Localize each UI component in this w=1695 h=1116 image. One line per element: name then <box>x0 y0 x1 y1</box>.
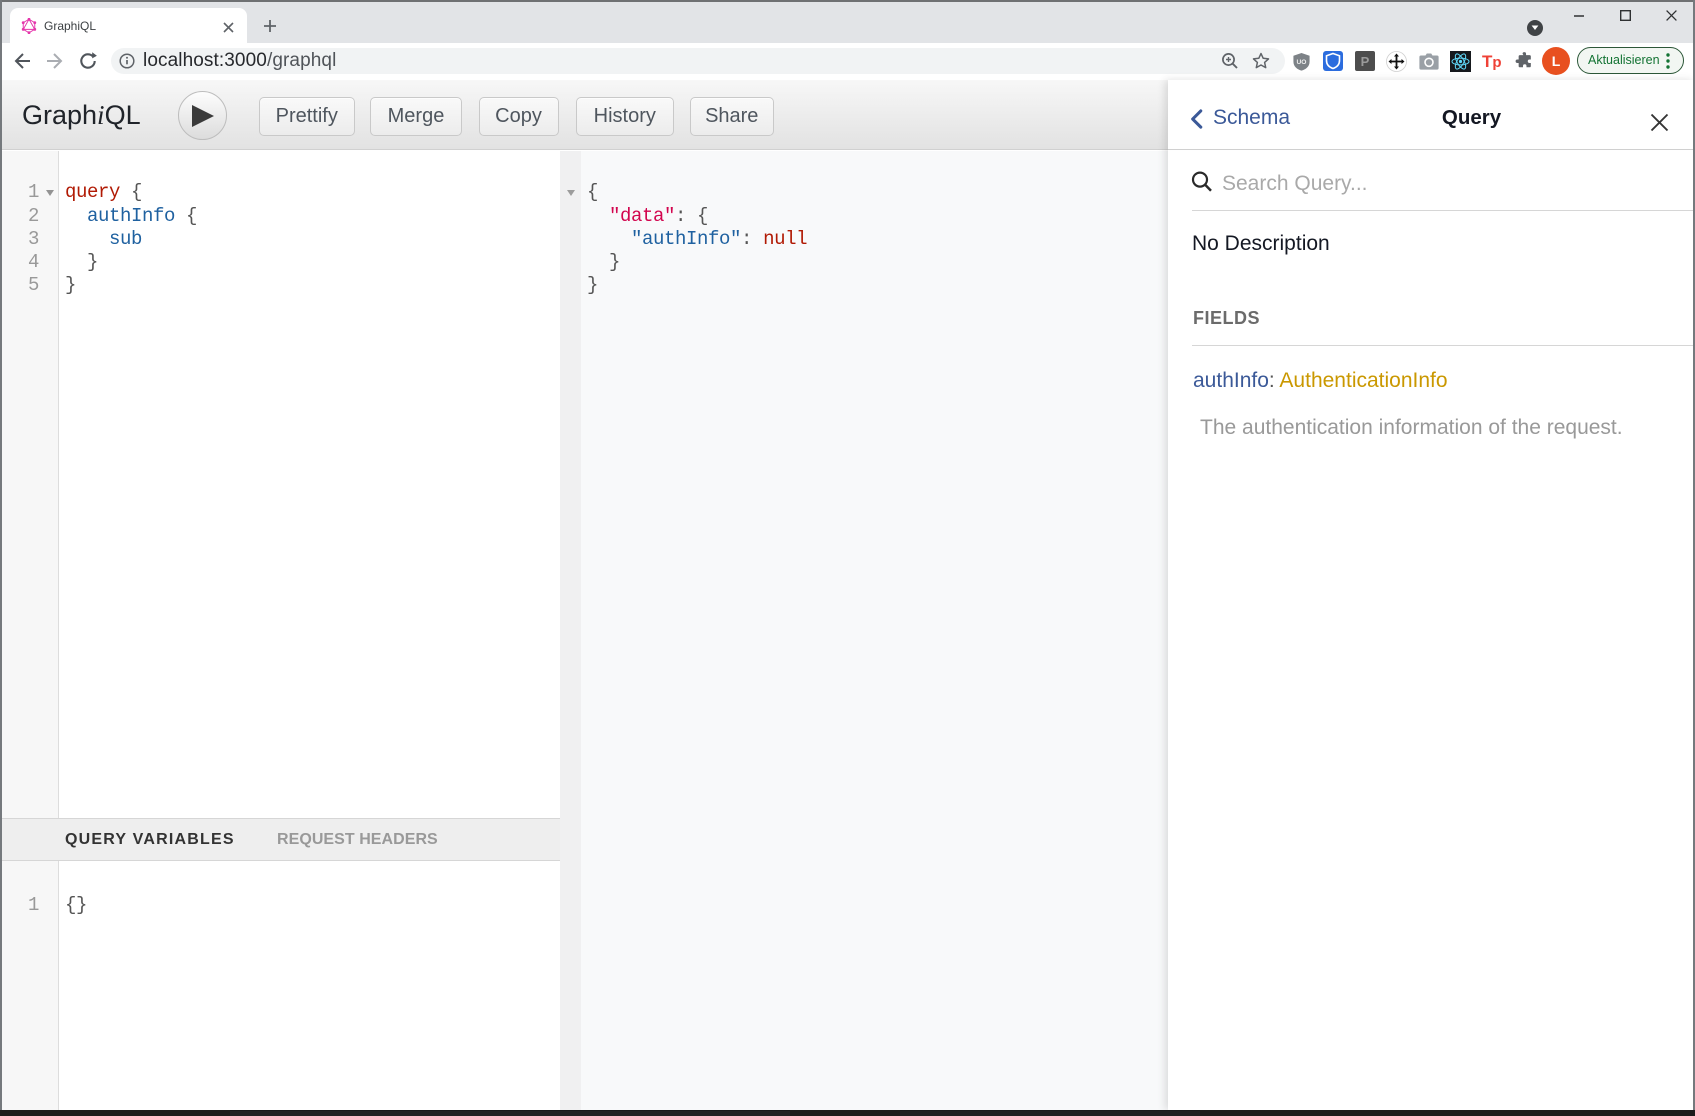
svg-text:UO: UO <box>1297 59 1307 66</box>
svg-text:P: P <box>1361 54 1370 69</box>
